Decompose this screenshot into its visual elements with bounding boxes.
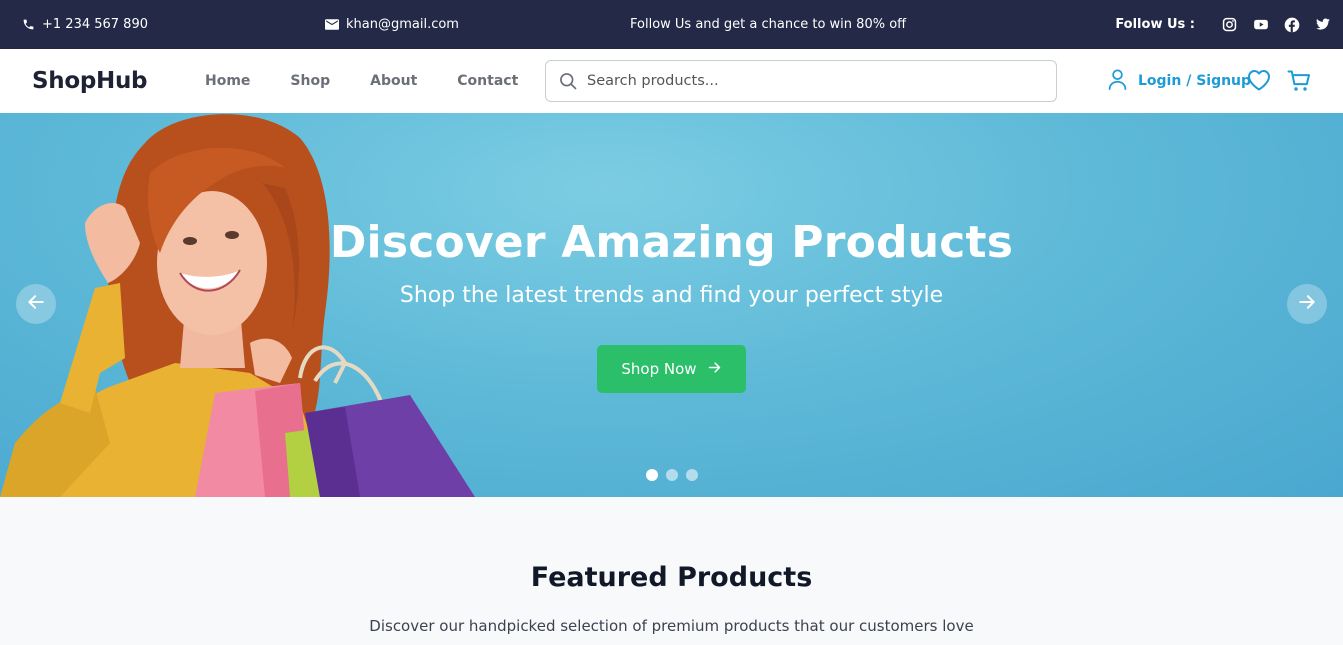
wishlist-icon[interactable] [1247,69,1271,91]
featured-products-heading: Featured Products [530,562,813,593]
phone-number: +1 234 567 890 [42,17,148,32]
nav-link-about[interactable]: About [370,73,417,89]
search-icon [558,71,578,91]
contact-email[interactable]: khan@gmail.com [325,0,459,49]
mail-icon [325,19,339,30]
hero-carousel: Discover Amazing Products Shop the lates… [0,113,1343,497]
carousel-dot[interactable] [666,469,678,481]
shop-now-label: Shop Now [621,360,697,378]
hero-title: Discover Amazing Products [329,217,1014,268]
email-address: khan@gmail.com [346,17,459,32]
login-signup-link[interactable]: Login / Signup [1107,49,1251,113]
nav-link-shop[interactable]: Shop [290,73,330,89]
featured-products-subtitle: Discover our handpicked selection of pre… [369,617,974,635]
nav-links: Home Shop About Contact [205,49,558,113]
facebook-icon[interactable] [1284,17,1300,33]
login-signup-label: Login / Signup [1138,73,1252,89]
carousel-indicators [646,469,698,481]
instagram-icon[interactable] [1222,17,1238,33]
shop-now-button[interactable]: Shop Now [597,345,746,393]
user-icon [1107,68,1128,95]
search-bar [545,60,1057,102]
site-logo[interactable]: ShopHub [32,49,148,113]
carousel-dot[interactable] [686,469,698,481]
phone-icon [22,18,35,31]
contact-phone[interactable]: +1 234 567 890 [22,0,148,49]
main-navbar: ShopHub Home Shop About Contact Login / … [0,49,1343,113]
twitter-icon[interactable] [1315,17,1331,33]
nav-link-home[interactable]: Home [205,73,250,89]
hero-subtitle: Shop the latest trends and find your per… [399,283,944,308]
follow-us-label: Follow Us : [1115,17,1195,32]
arrow-right-icon [707,360,722,379]
youtube-icon[interactable] [1253,17,1269,33]
top-bar: +1 234 567 890 khan@gmail.com Follow Us … [0,0,1343,49]
promo-text: Follow Us and get a chance to win 80% of… [630,0,906,49]
carousel-dot[interactable] [646,469,658,481]
social-links: Follow Us : [1115,0,1331,49]
cart-icon[interactable] [1287,69,1311,93]
search-input[interactable] [587,73,1027,89]
nav-link-contact[interactable]: Contact [457,73,518,89]
promo-label: Follow Us and get a chance to win 80% of… [630,17,907,32]
